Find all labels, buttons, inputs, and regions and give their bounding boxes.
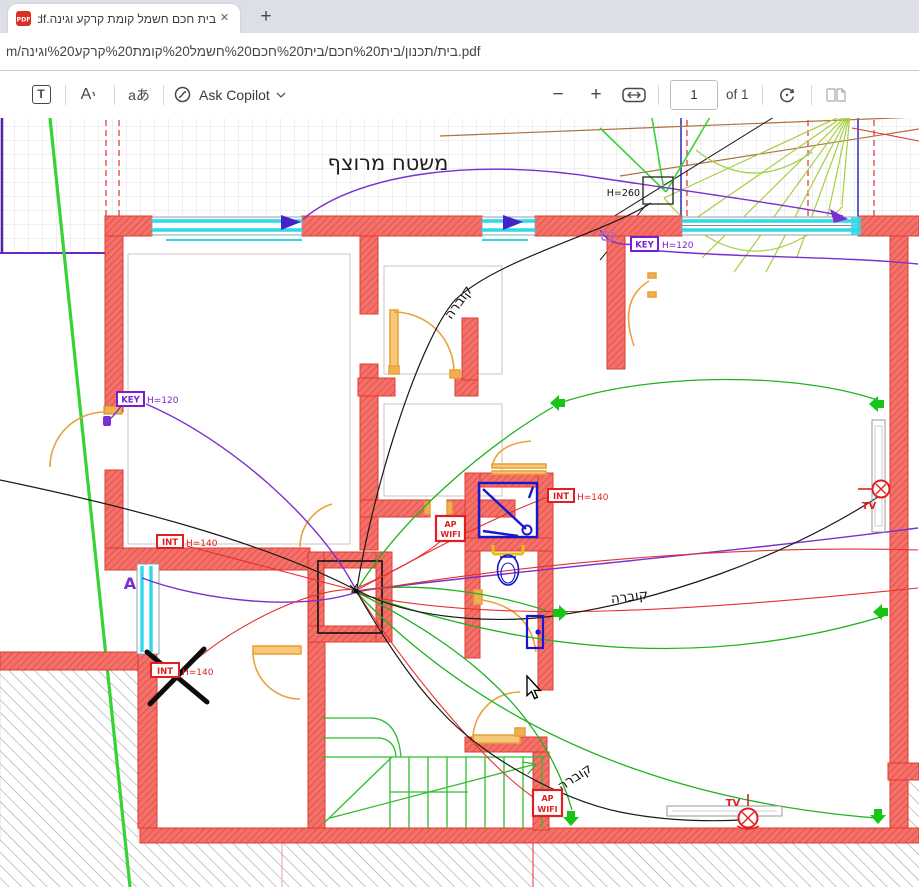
toolbar-divider (658, 85, 659, 105)
svg-text:INT: INT (162, 538, 178, 548)
section-marker-a: A (124, 574, 137, 593)
svg-text:H=120: H=120 (662, 241, 694, 251)
svg-text:AP: AP (444, 520, 456, 529)
duct-label: קוברה (441, 283, 476, 323)
room-inset-lines (128, 254, 502, 544)
intercom-label-3: INT H=140 (548, 489, 609, 503)
browser-chrome: PDF בית חכם חשמל קומת קרקע וגינה.pdf ✕ +… (0, 0, 919, 118)
svg-text:H=140: H=140 (182, 668, 214, 678)
address-bar[interactable]: m/בית/תכנון/בית%20חכם/בית%20חכם%20חשמל%2… (0, 33, 919, 71)
tab-title: בית חכם חשמל קומת קרקע וגינה.pdf (38, 12, 216, 26)
svg-text:H=140: H=140 (577, 493, 609, 503)
new-tab-button[interactable]: + (254, 5, 278, 29)
toolbar-divider (811, 85, 812, 105)
windows-layer (137, 217, 861, 654)
intercom-label-2: INT H=140 (151, 663, 214, 678)
toolbar-divider (762, 85, 763, 105)
rotate-button[interactable] (772, 80, 802, 110)
fit-to-width-icon (622, 87, 646, 103)
chevron-down-icon (276, 92, 286, 98)
key-switch-label-2: KEY H=120 (117, 392, 179, 406)
zoom-in-button[interactable]: + (581, 80, 611, 110)
text-selection-icon: T (32, 85, 51, 104)
browser-tab[interactable]: PDF בית חכם חשמל קומת קרקע וגינה.pdf ✕ (8, 4, 240, 33)
read-aloud-waves-icon (91, 89, 99, 101)
pdf-page-canvas[interactable]: משטח מרוצף קוברה קוברה קוברה H=260 KEY H… (0, 118, 919, 887)
zoom-out-button[interactable]: − (543, 80, 573, 110)
copilot-icon (173, 85, 192, 104)
page-view-icon (825, 86, 847, 104)
duct-label: קוברה (610, 587, 649, 607)
tv-label-1: TV (862, 501, 877, 512)
svg-text:AP: AP (541, 794, 553, 803)
key-switch-label-1: KEY H=120 (631, 237, 694, 251)
tv-wall-unit (858, 420, 890, 532)
svg-text:INT: INT (553, 492, 569, 502)
svg-text:H=120: H=120 (147, 396, 179, 406)
copilot-label: Ask Copilot (199, 87, 270, 103)
read-aloud-button[interactable]: A (75, 80, 105, 110)
tab-close-icon[interactable]: ✕ (216, 10, 233, 27)
tv-label-2: TV (726, 798, 741, 809)
page-view-button[interactable] (821, 80, 851, 110)
wifi-ap-label-1: AP WIFI (436, 516, 465, 541)
tv-bottom-unit (667, 794, 782, 829)
svg-text:PDF: PDF (17, 17, 31, 24)
wifi-ap-label-2: AP WIFI (533, 790, 562, 816)
svg-text:H=140: H=140 (186, 539, 218, 549)
ask-copilot-button[interactable]: Ask Copilot (173, 80, 286, 110)
translate-button[interactable]: aあ (124, 80, 154, 110)
toolbar-divider (163, 85, 164, 105)
pdf-file-icon: PDF (15, 10, 32, 27)
page-count-label: of 1 (726, 87, 749, 102)
svg-text:INT: INT (157, 667, 173, 677)
svg-text:KEY: KEY (121, 396, 140, 406)
intercom-label-1: INT H=140 (157, 535, 218, 549)
fit-to-width-button[interactable] (619, 80, 649, 110)
h260-label: H=260 (607, 188, 640, 199)
svg-text:KEY: KEY (635, 241, 654, 251)
speaker-icons (550, 395, 888, 826)
url-text: m/בית/תכנון/בית%20חכם/בית%20חכם%20חשמל%2… (0, 44, 911, 59)
svg-text:WIFI: WIFI (440, 530, 460, 539)
toolbar-divider (114, 85, 115, 105)
pdf-toolbar: T A aあ Ask Copilot (0, 71, 919, 118)
page-number-input[interactable] (670, 80, 718, 110)
svg-text:WIFI: WIFI (537, 805, 557, 814)
tab-strip: PDF בית חכם חשמל קומת קרקע וגינה.pdf ✕ + (0, 0, 919, 33)
toolbar-divider (65, 85, 66, 105)
translate-icon: aあ (128, 85, 150, 105)
paved-area-label: משטח מרוצף (328, 151, 449, 175)
rotate-icon (777, 85, 797, 105)
text-selection-button[interactable]: T (26, 80, 56, 110)
read-aloud-icon: A (81, 86, 92, 104)
floorplan-drawing: משטח מרוצף קוברה קוברה קוברה H=260 KEY H… (0, 118, 919, 887)
